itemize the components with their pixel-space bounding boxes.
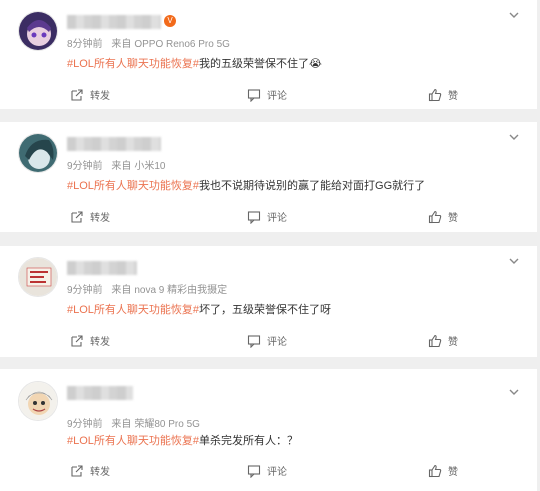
post-meta: 9分钟前 来自 荣耀80 Pro 5G xyxy=(67,415,206,430)
like-icon xyxy=(428,334,442,347)
share-icon xyxy=(71,88,83,101)
like-label: 赞 xyxy=(448,91,458,102)
like-icon xyxy=(428,464,442,477)
post-time[interactable]: 9分钟前 xyxy=(67,161,103,172)
username-blurred[interactable] xyxy=(67,386,133,400)
comment-button[interactable]: 评论 xyxy=(247,87,287,102)
comment-icon xyxy=(247,88,261,102)
action-bar: 转发 评论 赞 xyxy=(0,463,537,479)
share-label: 转发 xyxy=(90,467,110,478)
comment-label: 评论 xyxy=(267,467,287,478)
post-text: 我也不说期待说别的赢了能给对面打GG就行了 xyxy=(199,180,426,192)
username-blurred[interactable] xyxy=(67,137,161,151)
share-label: 转发 xyxy=(90,213,110,224)
post-meta: 8分钟前 来自 OPPO Reno6 Pro 5G xyxy=(67,35,236,50)
post-content: #LOL所有人聊天功能恢复#我也不说期待说别的赢了能给对面打GG就行了 xyxy=(67,177,425,193)
post-source: 小米10 xyxy=(134,161,166,172)
like-icon xyxy=(428,88,442,101)
share-button[interactable]: 转发 xyxy=(70,463,110,478)
post-source: OPPO Reno6 Pro 5G xyxy=(134,39,230,50)
comment-label: 评论 xyxy=(267,337,287,348)
like-button[interactable]: 赞 xyxy=(428,333,458,348)
comment-button[interactable]: 评论 xyxy=(247,209,287,224)
action-bar: 转发 评论 赞 xyxy=(0,333,537,349)
post-meta: 9分钟前 来自 小米10 xyxy=(67,157,171,172)
topic-link[interactable]: #LOL所有人聊天功能恢复# xyxy=(67,304,199,316)
chevron-down-icon[interactable] xyxy=(507,8,521,22)
chevron-down-icon[interactable] xyxy=(507,254,521,268)
post-content: #LOL所有人聊天功能恢复#坏了，五级荣誉保不住了呀 xyxy=(67,301,331,317)
post-meta: 9分钟前 来自 nova 9 精彩由我摄定 xyxy=(67,281,233,296)
post-source: 荣耀80 Pro 5G xyxy=(134,419,200,430)
post-card: V 8分钟前 来自 OPPO Reno6 Pro 5G #LOL所有人聊天功能恢复… xyxy=(0,0,537,109)
comment-icon xyxy=(247,210,261,224)
share-button[interactable]: 转发 xyxy=(70,87,110,102)
like-label: 赞 xyxy=(448,213,458,224)
source-prefix: 来自 xyxy=(111,285,132,296)
share-icon xyxy=(71,464,83,477)
username-blurred[interactable] xyxy=(67,261,137,275)
like-button[interactable]: 赞 xyxy=(428,463,458,478)
comment-button[interactable]: 评论 xyxy=(247,333,287,348)
post-card: 9分钟前 来自 荣耀80 Pro 5G #LOL所有人聊天功能恢复#单杀完发所有人… xyxy=(0,369,537,491)
like-button[interactable]: 赞 xyxy=(428,87,458,102)
chevron-down-icon[interactable] xyxy=(507,130,521,144)
share-label: 转发 xyxy=(90,337,110,348)
share-button[interactable]: 转发 xyxy=(70,333,110,348)
avatar[interactable] xyxy=(18,257,58,297)
topic-link[interactable]: #LOL所有人聊天功能恢复# xyxy=(67,180,199,192)
share-label: 转发 xyxy=(90,91,110,102)
post-time[interactable]: 9分钟前 xyxy=(67,285,103,296)
comment-label: 评论 xyxy=(267,91,287,102)
comment-label: 评论 xyxy=(267,213,287,224)
like-icon xyxy=(428,210,442,223)
action-bar: 转发 评论 赞 xyxy=(0,87,537,103)
post-time[interactable]: 9分钟前 xyxy=(67,419,103,430)
comment-icon xyxy=(247,334,261,348)
post-card: 9分钟前 来自 小米10 #LOL所有人聊天功能恢复#我也不说期待说别的赢了能给对… xyxy=(0,122,537,232)
username-blurred[interactable] xyxy=(67,15,161,29)
source-prefix: 来自 xyxy=(111,419,132,430)
comment-icon xyxy=(247,464,261,478)
post-source: nova 9 精彩由我摄定 xyxy=(134,285,228,296)
source-prefix: 来自 xyxy=(111,39,132,50)
post-text: 单杀完发所有人：？ xyxy=(199,435,299,447)
share-icon xyxy=(71,334,83,347)
post-time[interactable]: 8分钟前 xyxy=(67,39,103,50)
chevron-down-icon[interactable] xyxy=(507,385,521,399)
post-text: 我的五级荣誉保不住了😭 xyxy=(199,58,322,70)
post-text: 坏了，五级荣誉保不住了呀 xyxy=(199,304,332,316)
comment-button[interactable]: 评论 xyxy=(247,463,287,478)
share-icon xyxy=(71,210,83,223)
post-card: 9分钟前 来自 nova 9 精彩由我摄定 #LOL所有人聊天功能恢复#坏了，五级… xyxy=(0,246,537,357)
post-content: #LOL所有人聊天功能恢复#单杀完发所有人：？ xyxy=(67,432,298,448)
share-button[interactable]: 转发 xyxy=(70,209,110,224)
topic-link[interactable]: #LOL所有人聊天功能恢复# xyxy=(67,435,199,447)
avatar[interactable] xyxy=(18,11,58,51)
avatar[interactable] xyxy=(18,133,58,173)
vip-badge-icon: V xyxy=(164,15,176,27)
like-button[interactable]: 赞 xyxy=(428,209,458,224)
action-bar: 转发 评论 赞 xyxy=(0,209,537,225)
source-prefix: 来自 xyxy=(111,161,132,172)
like-label: 赞 xyxy=(448,337,458,348)
post-content: #LOL所有人聊天功能恢复#我的五级荣誉保不住了😭 xyxy=(67,55,322,71)
topic-link[interactable]: #LOL所有人聊天功能恢复# xyxy=(67,58,199,70)
like-label: 赞 xyxy=(448,467,458,478)
avatar[interactable] xyxy=(18,381,58,421)
